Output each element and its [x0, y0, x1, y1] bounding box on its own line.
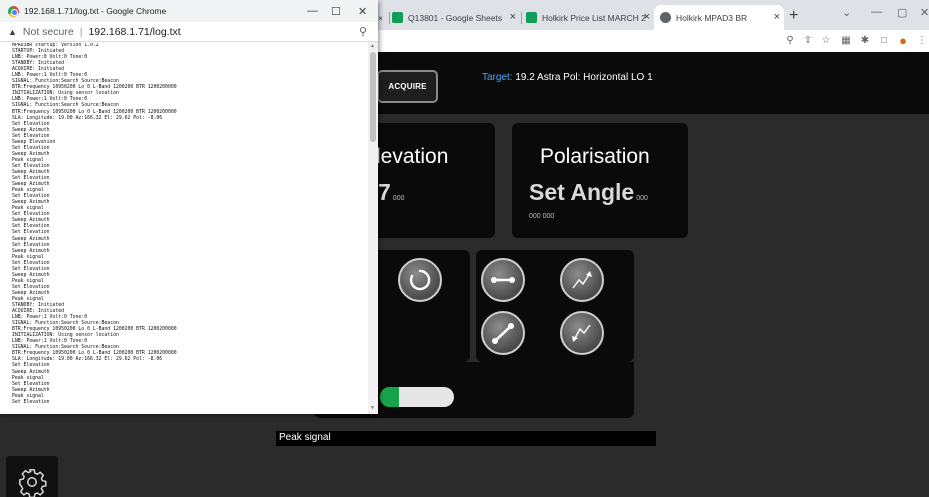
popup-title: 192.168.1.71/log.txt - Google Chrome — [24, 6, 167, 16]
signal-level-bar — [380, 387, 454, 407]
close-icon[interactable]: × — [644, 11, 650, 23]
signal-level-fill — [380, 387, 399, 407]
sheets-favicon-icon — [392, 12, 403, 23]
target-label: Target: — [482, 72, 513, 83]
polarisation-panel: Polarisation Set Angle 000 000 000 — [512, 123, 688, 238]
polarisation-unit: 000 — [636, 195, 648, 202]
maximize-button[interactable]: ▢ — [897, 6, 907, 19]
warning-triangle-icon: ▲ — [8, 26, 17, 37]
target-readout: Target: 19.2 Astra Pol: Horizontal LO 1 — [482, 72, 653, 83]
peak-up-button[interactable] — [560, 258, 604, 302]
scroll-up-arrow-icon[interactable]: ▲ — [370, 43, 375, 49]
elevation-number: 7 — [378, 179, 391, 205]
status-message: Peak signal — [276, 431, 656, 446]
close-icon[interactable]: × — [774, 11, 780, 23]
popup-close-button[interactable]: ✕ — [358, 5, 367, 18]
tab-title: Holkirk Price List MARCH 2 — [542, 12, 646, 23]
popup-scrollbar-thumb[interactable] — [370, 52, 376, 142]
address-separator: | — [79, 25, 83, 38]
popup-maximize-button[interactable]: ☐ — [331, 5, 341, 18]
profile-avatar-icon[interactable]: ● — [896, 33, 910, 48]
sheets-favicon-icon — [526, 12, 537, 23]
gear-icon — [19, 469, 47, 497]
target-value: 19.2 Astra Pol: Horizontal LO 1 — [512, 72, 653, 83]
globe-favicon-icon — [660, 12, 671, 23]
control-panel-right — [476, 250, 634, 362]
tab-search-icon[interactable]: ⌄ — [842, 6, 851, 19]
polarisation-value: Set Angle 000 — [529, 179, 648, 206]
elevation-unit: 000 — [392, 195, 405, 202]
tab-price-list[interactable]: Holkirk Price List MARCH 2 × — [526, 5, 654, 30]
menu-kebab-icon[interactable]: ⋮ — [915, 33, 929, 47]
horizontal-link-icon — [491, 277, 515, 283]
tab-title: Q13801 - Google Sheets — [408, 12, 503, 23]
tab-google-sheets[interactable]: Q13801 - Google Sheets × — [392, 5, 520, 30]
chrome-logo-icon — [8, 5, 19, 17]
share-icon[interactable]: ⇪ — [801, 33, 815, 47]
align-button[interactable] — [481, 311, 525, 355]
extensions-puzzle-icon[interactable]: ✱ — [858, 33, 872, 47]
scroll-down-arrow-icon[interactable]: ▼ — [370, 405, 375, 411]
close-icon[interactable]: × — [378, 13, 383, 23]
acquire-button[interactable]: ACQUIRE — [377, 70, 438, 103]
close-window-button[interactable]: ✕ — [920, 6, 929, 19]
popup-title-bar: 192.168.1.71/log.txt - Google Chrome — [0, 0, 378, 22]
popup-minimize-button[interactable]: — — [307, 5, 318, 17]
security-label[interactable]: Not secure — [23, 26, 74, 38]
tab-separator — [521, 12, 522, 24]
log-popup-window: 192.168.1.71/log.txt - Google Chrome — ☐… — [0, 0, 378, 414]
close-icon[interactable]: × — [510, 11, 516, 23]
extension-icon[interactable]: ▦ — [839, 33, 853, 47]
polarisation-title: Polarisation — [540, 145, 650, 168]
tab-mpad3[interactable]: Holkirk MPAD3 BR × — [654, 5, 784, 30]
popup-zoom-icon[interactable]: ⚲ — [359, 25, 367, 38]
connect-button[interactable] — [481, 258, 525, 302]
log-line: Set Elevation — [12, 399, 50, 405]
side-panel-icon[interactable]: □ — [877, 33, 891, 47]
tab-title: Holkirk MPAD3 BR — [676, 12, 748, 23]
zoom-icon[interactable]: ⚲ — [783, 33, 797, 47]
tab-separator — [389, 12, 390, 24]
minimize-button[interactable]: — — [871, 6, 882, 18]
polarisation-text: Set Angle — [529, 179, 635, 205]
new-tab-button[interactable]: + — [789, 7, 798, 25]
trend-down-icon — [572, 324, 591, 342]
popup-address-bar[interactable]: ▲ Not secure | 192.168.1.71/log.txt — [0, 22, 378, 42]
diagonal-link-icon — [492, 323, 514, 344]
polarisation-subvalue: 000 000 — [529, 213, 555, 220]
bookmark-star-icon[interactable]: ☆ — [819, 33, 833, 47]
elevation-value: 7 000 — [378, 179, 404, 206]
trend-up-icon — [572, 271, 592, 289]
peak-down-button[interactable] — [560, 311, 604, 355]
popup-url[interactable]: 192.168.1.71/log.txt — [88, 26, 180, 38]
rotate-button[interactable] — [398, 258, 442, 302]
settings-button[interactable] — [6, 456, 58, 497]
log-text: MPAD3BR startup: Version 1.0.2 STARTUP: I… — [12, 43, 366, 412]
rotate-icon — [409, 269, 431, 291]
